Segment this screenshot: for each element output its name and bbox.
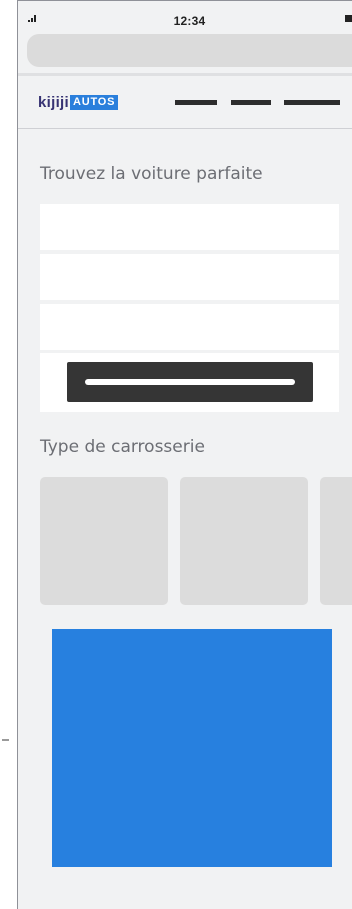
search-button-label-placeholder bbox=[85, 379, 295, 385]
guide-dash bbox=[2, 739, 9, 741]
search-field-2[interactable] bbox=[40, 254, 339, 300]
browser-url-bar[interactable] bbox=[27, 34, 352, 67]
logo-badge: AUTOS bbox=[69, 95, 119, 110]
kijiji-autos-logo[interactable]: kijiji AUTOS bbox=[38, 94, 119, 111]
phone-frame: 12:34 kijiji AUTOS Trouvez la voiture pa… bbox=[17, 0, 352, 909]
body-type-title: Type de carrosserie bbox=[40, 437, 205, 457]
logo-wordmark: kijiji bbox=[38, 94, 69, 111]
search-field-3[interactable] bbox=[40, 304, 339, 350]
site-header: kijiji AUTOS bbox=[18, 76, 352, 128]
menu-bar-2 bbox=[231, 100, 271, 105]
body-type-tile-2[interactable] bbox=[180, 477, 308, 605]
wireframe-canvas: 12:34 kijiji AUTOS Trouvez la voiture pa… bbox=[0, 0, 352, 909]
search-field-1[interactable] bbox=[40, 204, 339, 250]
ad-banner[interactable] bbox=[52, 629, 332, 867]
body-type-tile-3[interactable] bbox=[320, 477, 352, 605]
status-time: 12:34 bbox=[173, 14, 206, 28]
header-divider bbox=[18, 128, 352, 129]
search-button[interactable] bbox=[67, 362, 313, 402]
body-type-tile-1[interactable] bbox=[40, 477, 168, 605]
search-title: Trouvez la voiture parfaite bbox=[40, 164, 263, 184]
battery-icon bbox=[345, 15, 352, 22]
menu-bar-1 bbox=[175, 100, 217, 105]
status-bar: 12:34 bbox=[18, 1, 352, 29]
menu-bar-3 bbox=[284, 100, 340, 105]
search-button-row bbox=[40, 353, 339, 412]
